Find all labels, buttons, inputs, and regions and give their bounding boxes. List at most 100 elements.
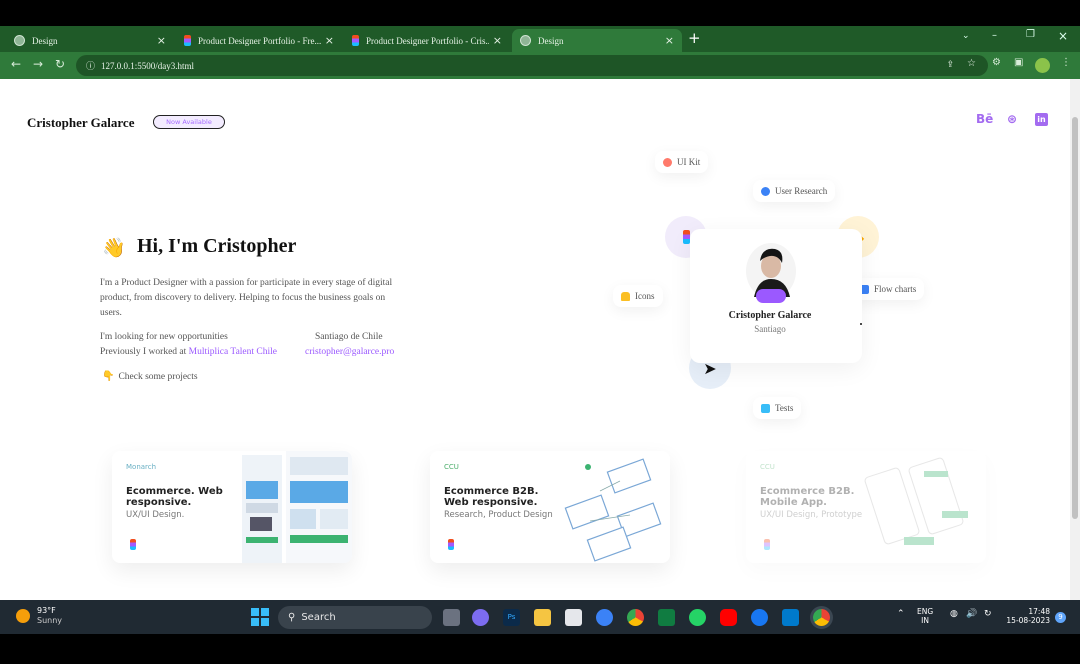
project-thumbnail-mobile (864, 457, 968, 545)
address-bar[interactable]: ⓘ 127.0.0.1:5500/day3.html ⇪ ☆ (76, 55, 988, 76)
edge-icon[interactable] (596, 609, 613, 626)
whatsapp-icon[interactable] (689, 609, 706, 626)
project-card-ccu-app[interactable]: CCU Ecommerce B2B. Mobile App. UX/UI Des… (746, 451, 986, 563)
youtube-icon[interactable] (720, 609, 737, 626)
excel-icon[interactable] (658, 609, 675, 626)
status-badge: Now Available (153, 115, 225, 129)
task-view-icon[interactable] (443, 609, 460, 626)
network-icon[interactable]: ◍ (950, 610, 958, 619)
store-icon[interactable] (565, 609, 582, 626)
skill-label: Icons (635, 291, 655, 301)
skill-chip-user-research: User Research (753, 180, 836, 202)
figma-icon (352, 35, 359, 46)
globe-icon (520, 35, 531, 46)
vscode-icon[interactable] (782, 609, 799, 626)
clock-time: 17:48 (1028, 607, 1050, 616)
mouse-cursor-dot (860, 323, 862, 325)
language-indicator[interactable]: ENG IN (917, 607, 933, 625)
notification-badge[interactable]: 9 (1055, 612, 1066, 623)
previous-company-link[interactable]: Multiplica Talent Chile (189, 347, 277, 357)
photoshop-icon[interactable]: Ps (503, 609, 520, 626)
email-link[interactable]: cristopher@galarce.pro (305, 347, 394, 357)
clock-date: 15-08-2023 (1006, 616, 1050, 625)
figma-icon (448, 539, 454, 550)
screen-bottom-border (0, 634, 1080, 664)
tab-title: Design (538, 35, 564, 46)
profile-avatar-icon[interactable] (1035, 58, 1050, 73)
chrome-active-icon[interactable] (813, 609, 830, 626)
behance-icon[interactable]: Bē (976, 112, 993, 126)
teams-chat-icon[interactable] (472, 609, 489, 626)
page-scrollbar[interactable] (1070, 79, 1080, 600)
clock[interactable]: 17:48 15-08-2023 (1002, 607, 1050, 625)
screen-top-border (0, 0, 1080, 26)
tab-portfolio-1[interactable]: Product Designer Portfolio - Fre... × (176, 29, 342, 52)
minimize-icon[interactable]: – (992, 30, 997, 41)
close-icon[interactable]: × (493, 34, 502, 47)
close-icon[interactable]: × (157, 34, 166, 47)
hero-heading: Hi, I'm Cristopher (137, 235, 297, 257)
site-info-icon[interactable]: ⓘ (86, 59, 95, 72)
profile-card: Cristopher Galarce Santiago (690, 229, 862, 363)
skill-chip-ui-kit: UI Kit (655, 151, 709, 173)
project-thumbnail-web (242, 451, 352, 563)
battery-icon[interactable]: ↻ (984, 610, 992, 619)
forward-icon[interactable]: → (33, 57, 43, 71)
tab-title: Design (32, 35, 58, 46)
skill-label: User Research (775, 186, 828, 196)
chrome-icon[interactable] (627, 609, 644, 626)
menu-kebab-icon[interactable]: ⋮ (1061, 57, 1071, 68)
share-icon[interactable]: ⇪ (946, 59, 954, 70)
close-window-icon[interactable]: × (1058, 29, 1068, 43)
scrollbar-thumb[interactable] (1072, 117, 1078, 519)
site-brand[interactable]: Cristopher Galarce (27, 115, 134, 131)
profile-name: Cristopher Galarce (728, 310, 812, 321)
linkedin-icon[interactable]: in (1035, 113, 1048, 126)
weather-sun-icon[interactable] (16, 609, 30, 623)
tab-portfolio-2[interactable]: Product Designer Portfolio - Cris... × (344, 29, 510, 52)
skill-label: Tests (775, 403, 794, 413)
project-title: Ecommerce B2B. Mobile App. (760, 486, 855, 508)
browser-toolbar: ← → ↻ ⓘ 127.0.0.1:5500/day3.html ⇪ ☆ ⚙ ▣… (0, 52, 1080, 79)
project-card-ccu-web[interactable]: CCU Ecommerce B2B. Web responsive. Resea… (430, 451, 670, 563)
tray-overflow-icon[interactable]: ⌃ (897, 610, 905, 619)
close-icon[interactable]: × (665, 34, 674, 47)
profile-city: Santiago (754, 324, 786, 334)
weather-text: Sunny (37, 616, 63, 625)
windows-start-icon[interactable] (251, 608, 269, 626)
file-explorer-icon[interactable] (534, 609, 551, 626)
new-tab-button[interactable]: + (688, 29, 701, 47)
extensions-icon[interactable]: ⚙ (992, 57, 1001, 68)
close-icon[interactable]: × (325, 34, 334, 47)
sidebar-icon[interactable]: ▣ (1014, 57, 1023, 68)
bookmark-star-icon[interactable]: ☆ (967, 58, 976, 69)
tab-title: Product Designer Portfolio - Fre... (198, 35, 321, 46)
tab-design-1[interactable]: Design × (6, 29, 174, 52)
check-projects-label: Check some projects (118, 372, 198, 382)
dribbble-icon[interactable]: ⊛ (1007, 112, 1017, 126)
skill-label: UI Kit (677, 157, 701, 167)
wave-hand-icon: 👋 (102, 237, 126, 259)
facebook-icon[interactable] (751, 609, 768, 626)
ui-kit-icon (663, 157, 672, 167)
weather-temp: 93°F (37, 606, 56, 615)
project-title: Ecommerce B2B. Web responsive. (444, 486, 539, 508)
keyboard-code: IN (921, 616, 929, 625)
taskbar-search[interactable]: ⚲ Search (278, 606, 432, 629)
project-brand: Monarch (126, 463, 157, 471)
tab-search-icon[interactable]: ⌄ (962, 31, 970, 41)
bell-icon (621, 291, 630, 301)
restore-icon[interactable]: ❐ (1026, 29, 1035, 40)
project-subtitle: Research, Product Design (444, 510, 553, 520)
back-icon[interactable]: ← (11, 57, 21, 71)
webpage: Cristopher Galarce Now Available Bē ⊛ in… (0, 79, 1080, 600)
magnifier-icon (761, 186, 770, 196)
check-projects-link[interactable]: 👇 Check some projects (102, 371, 198, 382)
figma-icon (764, 539, 770, 550)
volume-icon[interactable]: 🔊 (966, 610, 977, 619)
tab-design-active[interactable]: Design × (512, 29, 682, 52)
reload-icon[interactable]: ↻ (55, 57, 65, 71)
project-title: Ecommerce. Web responsive. (126, 486, 223, 508)
project-card-monarch[interactable]: Monarch Ecommerce. Web responsive. UX/UI… (112, 451, 352, 563)
weather-widget[interactable]: 93°F Sunny (37, 606, 62, 626)
